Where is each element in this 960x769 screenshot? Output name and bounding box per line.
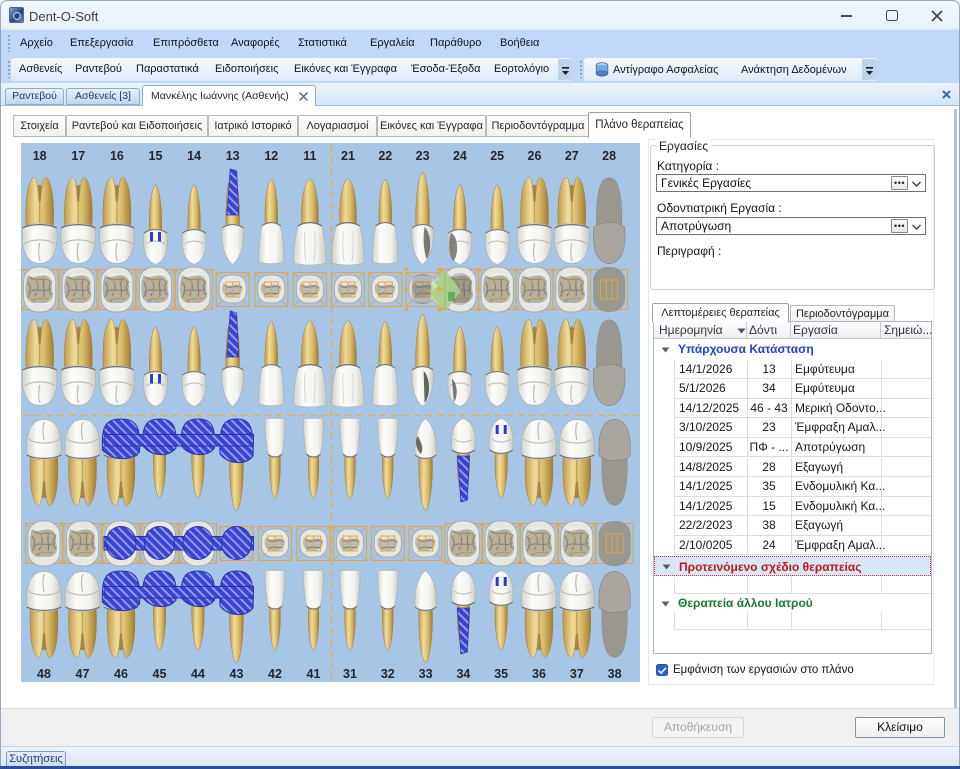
svg-text:11: 11 [303, 149, 316, 163]
svg-text:44: 44 [191, 667, 205, 681]
svg-text:24: 24 [453, 149, 467, 163]
svg-text:16: 16 [110, 149, 124, 163]
svg-text:31: 31 [343, 667, 357, 681]
svg-text:15: 15 [149, 149, 163, 163]
svg-text:45: 45 [153, 667, 167, 681]
svg-text:25: 25 [490, 149, 504, 163]
svg-text:14: 14 [187, 149, 201, 163]
svg-text:34: 34 [456, 667, 470, 681]
svg-text:38: 38 [608, 667, 622, 681]
svg-text:22: 22 [378, 149, 392, 163]
svg-text:36: 36 [532, 667, 546, 681]
svg-text:32: 32 [381, 667, 395, 681]
svg-text:28: 28 [602, 149, 616, 163]
svg-text:26: 26 [528, 149, 542, 163]
svg-text:33: 33 [419, 667, 433, 681]
svg-text:21: 21 [341, 149, 355, 163]
svg-text:41: 41 [307, 667, 321, 681]
svg-text:12: 12 [264, 149, 278, 163]
svg-text:43: 43 [230, 667, 244, 681]
svg-text:23: 23 [416, 149, 430, 163]
svg-text:18: 18 [33, 149, 47, 163]
svg-text:46: 46 [114, 667, 128, 681]
svg-text:47: 47 [76, 667, 90, 681]
svg-text:37: 37 [570, 667, 584, 681]
svg-text:48: 48 [37, 667, 51, 681]
svg-text:42: 42 [268, 667, 282, 681]
svg-text:35: 35 [494, 667, 508, 681]
svg-text:27: 27 [565, 149, 579, 163]
svg-text:13: 13 [226, 149, 240, 163]
svg-text:17: 17 [71, 149, 85, 163]
